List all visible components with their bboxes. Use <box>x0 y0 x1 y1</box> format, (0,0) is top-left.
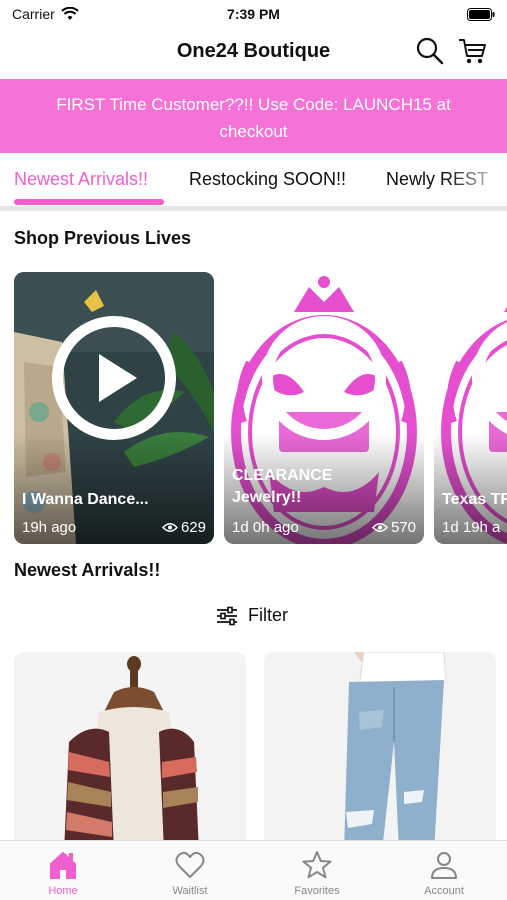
tabbar-favorites[interactable]: Favorites <box>254 841 380 900</box>
user-icon <box>431 852 457 879</box>
live-title: CLEARANCE Jewelry!! <box>232 467 333 506</box>
tab-restocking-soon[interactable]: Restocking SOON!! <box>189 169 346 190</box>
tabbar-favorites-label: Favorites <box>294 885 340 897</box>
play-button[interactable] <box>52 316 176 440</box>
home-icon <box>50 852 76 879</box>
filter-label: Filter <box>248 605 288 625</box>
star-icon <box>302 851 332 879</box>
tabbar-home[interactable]: Home <box>0 841 126 900</box>
tabbar-waitlist-label: Waitlist <box>172 885 208 897</box>
promo-banner[interactable]: FIRST Time Customer??!! Use Code: LAUNCH… <box>0 79 507 153</box>
tabbar-home-label: Home <box>48 885 78 897</box>
category-tabs: Newest Arrivals!! Restocking SOON!! Newl… <box>0 153 507 211</box>
bottom-tab-bar: Home Waitlist Favorites Account <box>0 840 507 900</box>
tab-newest-arrivals[interactable]: Newest Arrivals!! <box>14 169 148 190</box>
live-title: Texas TR <box>442 491 507 508</box>
live-time: 1d 0h ago <box>232 519 299 536</box>
arrivals-heading: Newest Arrivals!! <box>14 560 161 580</box>
view-count-value: 629 <box>180 519 206 536</box>
view-count: 629 <box>162 519 206 536</box>
product-image <box>14 652 246 852</box>
play-button[interactable] <box>262 316 386 440</box>
lives-heading: Shop Previous Lives <box>14 228 192 248</box>
eye-icon <box>162 523 178 532</box>
play-icon <box>309 354 347 402</box>
heart-icon <box>175 851 205 878</box>
app-header: One24 Boutique <box>0 28 507 78</box>
live-title: I Wanna Dance... <box>22 491 149 508</box>
filter-button[interactable]: Filter <box>216 605 288 626</box>
clock: 7:39 PM <box>227 6 280 22</box>
tabbar-account-label: Account <box>424 885 464 897</box>
product-image <box>264 652 496 852</box>
cart-icon[interactable] <box>457 36 487 66</box>
search-icon[interactable] <box>415 36 445 66</box>
active-tab-indicator <box>14 199 164 205</box>
live-time: 1d 19h a <box>442 519 501 536</box>
battery-icon <box>467 8 495 21</box>
sliders-icon <box>217 606 237 625</box>
lives-carousel[interactable]: I Wanna Dance... 19h ago 629 CLEARANCE J… <box>0 272 507 544</box>
product-card[interactable] <box>264 652 496 852</box>
live-card[interactable]: CLEARANCE Jewelry!! 1d 0h ago 570 <box>224 272 424 544</box>
view-count: 570 <box>372 519 416 536</box>
product-card[interactable] <box>14 652 246 852</box>
tabbar-account[interactable]: Account <box>381 841 507 900</box>
view-count-value: 570 <box>390 519 416 536</box>
play-icon <box>99 354 137 402</box>
status-bar: Carrier 7:39 PM <box>0 0 507 28</box>
tabbar-waitlist[interactable]: Waitlist <box>127 841 253 900</box>
live-time: 19h ago <box>22 519 77 536</box>
eye-icon <box>372 523 388 532</box>
live-card[interactable]: Texas TR 1d 19h a <box>434 272 507 544</box>
promo-text: FIRST Time Customer??!! Use Code: LAUNCH… <box>56 95 451 141</box>
live-card[interactable]: I Wanna Dance... 19h ago 629 <box>14 272 214 544</box>
tabs-fade <box>447 153 507 206</box>
